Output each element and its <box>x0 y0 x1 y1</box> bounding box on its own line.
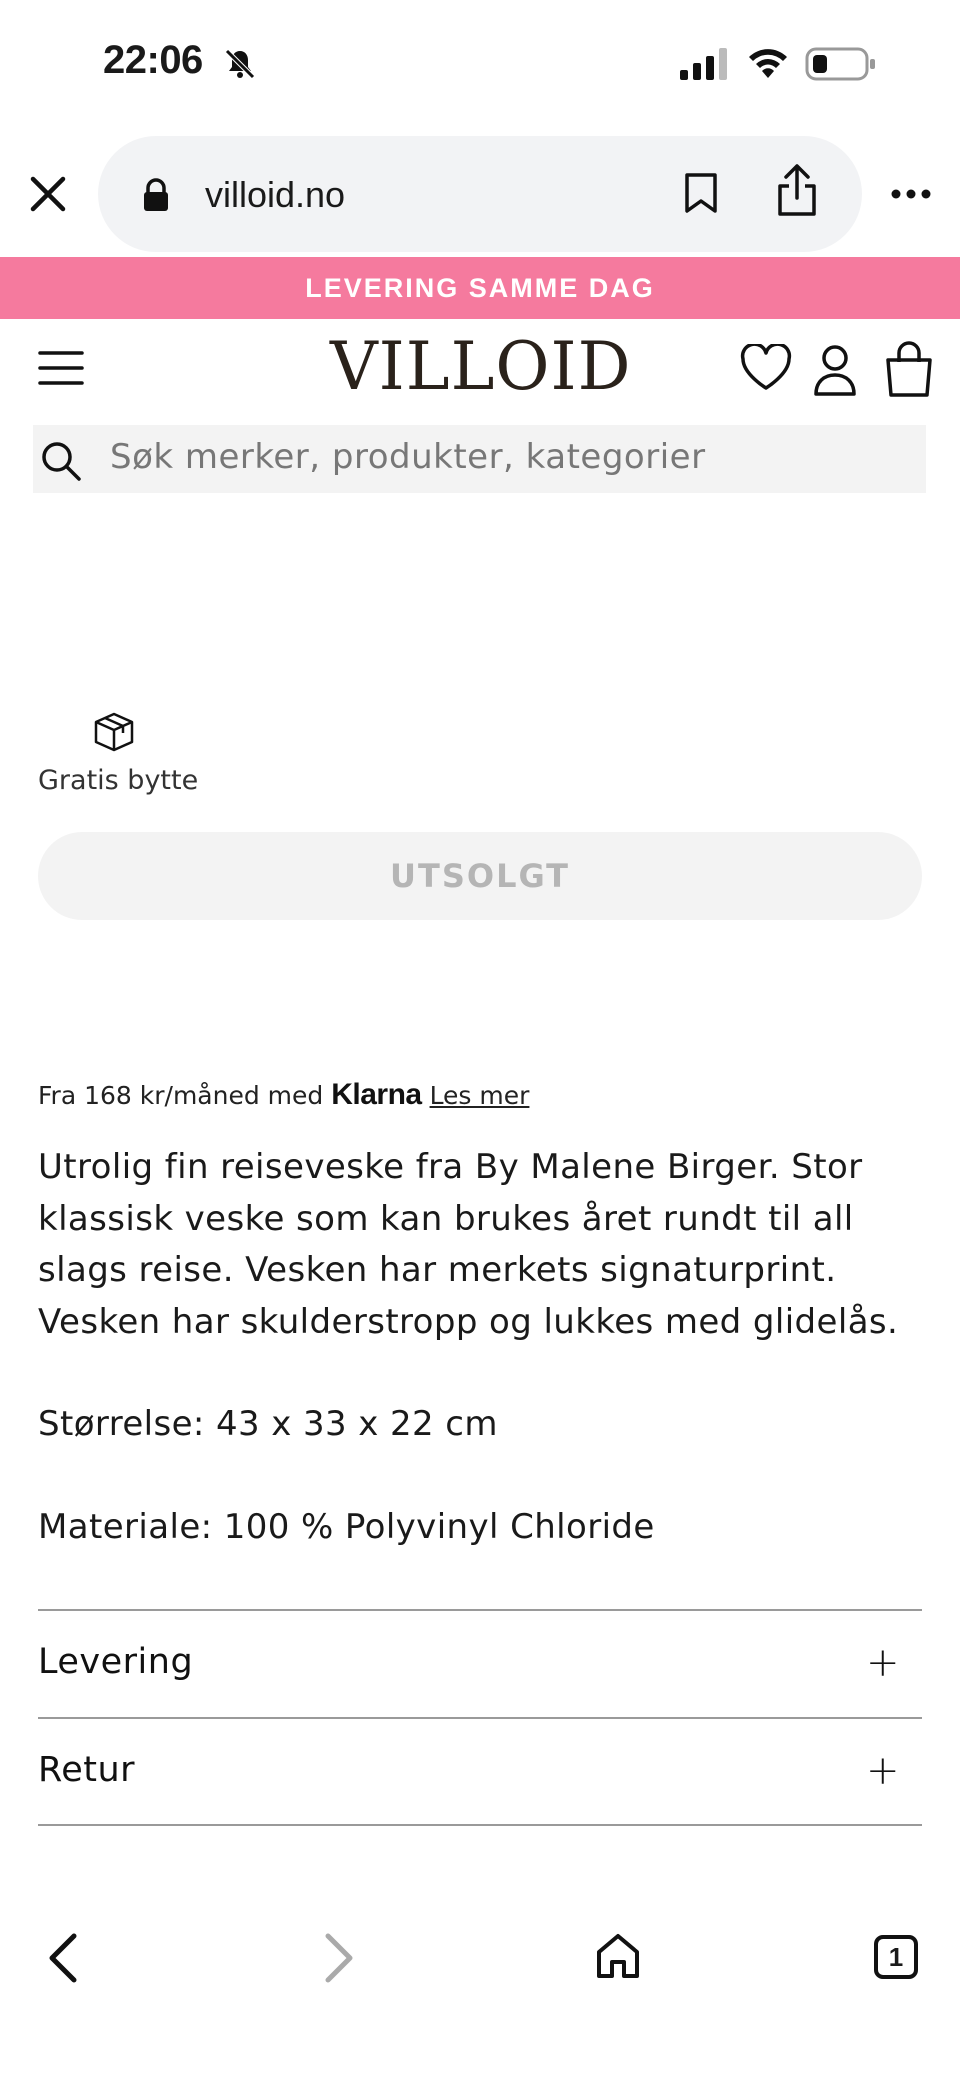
more-options-icon[interactable] <box>890 188 932 200</box>
lock-icon <box>142 178 170 212</box>
hamburger-menu-icon[interactable] <box>38 350 84 386</box>
expand-plus-icon[interactable]: + <box>866 1748 900 1794</box>
status-time: 22:06 <box>103 38 203 82</box>
package-box-icon <box>92 711 136 753</box>
account-icon[interactable] <box>812 344 858 398</box>
close-icon[interactable] <box>28 174 68 214</box>
promo-banner: LEVERING SAMME DAG <box>0 257 960 319</box>
product-material: Materiale: 100 % Polyvinyl Chloride <box>38 1507 655 1547</box>
klarna-financing: Fra 168 kr/måned med Klarna Les mer <box>38 1078 529 1112</box>
klarna-logo: Klarna <box>331 1078 422 1111</box>
share-icon[interactable] <box>774 162 820 218</box>
home-icon[interactable] <box>595 1932 641 1980</box>
product-description: Utrolig fin reiseveske fra By Malene Bir… <box>38 1142 928 1348</box>
tab-count: 1 <box>888 1942 904 1972</box>
cellular-signal-icon <box>680 48 730 80</box>
klarna-read-more-link[interactable]: Les mer <box>430 1081 530 1110</box>
accordion-returns[interactable]: Retur <box>38 1750 135 1790</box>
free-exchange-label: Gratis bytte <box>38 765 199 796</box>
divider <box>38 1609 922 1611</box>
site-logo[interactable]: VILLOID <box>330 328 631 405</box>
search-input[interactable]: Søk merker, produkter, kategorier <box>110 437 706 477</box>
silent-mode-icon <box>222 46 258 82</box>
accordion-delivery[interactable]: Levering <box>38 1642 193 1682</box>
sold-out-button: UTSOLGT <box>38 832 922 920</box>
description-text: Utrolig fin reiseveske fra By Malene Bir… <box>38 1147 899 1342</box>
divider <box>38 1717 922 1719</box>
search-icon <box>40 440 82 482</box>
klarna-prefix: Fra 168 kr/måned med <box>38 1081 324 1110</box>
forward-arrow-icon[interactable] <box>322 1932 358 1984</box>
divider <box>38 1824 922 1826</box>
wifi-icon <box>745 44 791 80</box>
wishlist-heart-icon[interactable] <box>740 344 792 392</box>
bookmark-icon[interactable] <box>683 172 719 214</box>
expand-plus-icon[interactable]: + <box>866 1640 900 1686</box>
product-size: Størrelse: 43 x 33 x 22 cm <box>38 1404 498 1444</box>
battery-icon <box>805 46 877 82</box>
url-text[interactable]: villoid.no <box>205 174 345 216</box>
back-arrow-icon[interactable] <box>44 1932 80 1984</box>
shopping-bag-icon[interactable] <box>884 340 934 398</box>
